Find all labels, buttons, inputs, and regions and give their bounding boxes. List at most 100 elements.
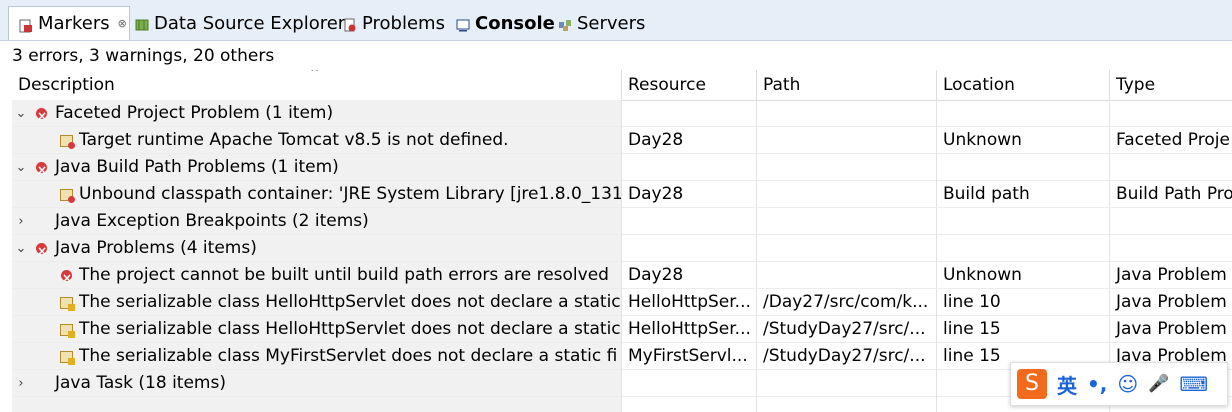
column-header-path[interactable]: Path: [757, 70, 937, 100]
chevron-right-icon[interactable]: ›: [14, 370, 28, 396]
cell-type: Java Problem: [1110, 262, 1232, 289]
cell-resource: HelloHttpSer...: [622, 289, 757, 316]
cell-type: Java Problem: [1110, 316, 1232, 343]
cell-location: line 15: [937, 316, 1110, 343]
cell-path: [757, 208, 937, 235]
markers-summary: 3 errors, 3 warnings, 20 others: [12, 46, 275, 66]
cell-path: [757, 100, 937, 127]
cell-resource: HelloHttpSer...: [622, 316, 757, 343]
cell-resource: [622, 208, 757, 235]
warning-marker-icon: [60, 351, 75, 365]
error-icon: [36, 238, 47, 261]
ime-punctuation-toggle[interactable]: •,: [1087, 372, 1107, 396]
chevron-down-icon[interactable]: ⌄: [14, 100, 28, 126]
cell-path: /StudyDay27/src/...: [757, 316, 937, 343]
cell-location: [937, 208, 1110, 235]
close-icon[interactable]: ⊗: [118, 17, 127, 30]
cell-description: ⌄ Java Build Path Problems (1 item): [12, 154, 622, 181]
tab-console[interactable]: Console: [456, 6, 555, 40]
column-header-type[interactable]: Type: [1110, 70, 1232, 100]
error-icon: [36, 103, 47, 126]
table-row[interactable]: Target runtime Apache Tomcat v8.5 is not…: [12, 127, 1232, 154]
problems-icon: [343, 16, 357, 32]
cell-description: The serializable class HelloHttpServlet …: [12, 316, 622, 343]
ime-language-toggle[interactable]: 英: [1057, 370, 1077, 399]
cell-description: › Java Task (18 items): [12, 370, 622, 397]
empty-cell: [757, 397, 937, 412]
cell-type: [1110, 235, 1232, 262]
description-text: Java Task (18 items): [55, 373, 226, 393]
console-icon: [456, 16, 470, 32]
sogou-logo-icon[interactable]: S: [1017, 369, 1047, 399]
tab-label: Servers: [577, 12, 646, 34]
emoji-icon[interactable]: ☺: [1117, 372, 1138, 396]
cell-location: line 10: [937, 289, 1110, 316]
column-header-location[interactable]: Location: [937, 70, 1110, 100]
chevron-down-icon[interactable]: ⌄: [14, 235, 28, 261]
cell-type: Faceted Proje: [1110, 127, 1232, 154]
tree-group-row[interactable]: ⌄ Java Build Path Problems (1 item): [12, 154, 1232, 181]
cell-location: Unknown: [937, 262, 1110, 289]
cell-description: Target runtime Apache Tomcat v8.5 is not…: [12, 127, 622, 154]
cell-location: [937, 235, 1110, 262]
tab-label: Console: [475, 12, 555, 34]
view-tab-bar: Markers ⊗ Data Source Explorer Problems …: [0, 0, 1232, 41]
warning-marker-icon: [60, 297, 75, 311]
cell-path: /StudyDay27/src/...: [757, 343, 937, 370]
tab-markers[interactable]: Markers ⊗: [8, 6, 130, 40]
cell-resource: MyFirstServl...: [622, 343, 757, 370]
table-row[interactable]: The serializable class HelloHttpServlet …: [12, 316, 1232, 343]
tab-servers[interactable]: Servers: [558, 6, 645, 40]
description-text: Java Problems (4 items): [55, 238, 257, 258]
error-marker-icon: [60, 135, 75, 149]
error-marker-icon: [60, 189, 75, 203]
description-text: Java Build Path Problems (1 item): [55, 157, 339, 177]
table-header: Description ^ Resource Path Location Typ…: [12, 70, 1232, 101]
tab-label: Data Source Explorer: [154, 12, 346, 34]
description-text: Target runtime Apache Tomcat v8.5 is not…: [79, 130, 509, 150]
ime-toolbar[interactable]: S 英 •, ☺ 🎤 ⌨: [1010, 362, 1228, 406]
cell-type: Build Path Pro: [1110, 181, 1232, 208]
cell-path: [757, 181, 937, 208]
data-source-icon: [135, 16, 149, 31]
cell-type: [1110, 154, 1232, 181]
tree-group-row[interactable]: ⌄ Java Problems (4 items): [12, 235, 1232, 262]
keyboard-icon[interactable]: ⌨: [1179, 372, 1208, 396]
tree-group-row[interactable]: › Java Exception Breakpoints (2 items): [12, 208, 1232, 235]
cell-description: ⌄ Java Problems (4 items): [12, 235, 622, 262]
cell-description: Unbound classpath container: 'JRE System…: [12, 181, 622, 208]
table-row[interactable]: The serializable class HelloHttpServlet …: [12, 289, 1232, 316]
description-text: The serializable class HelloHttpServlet …: [79, 292, 621, 312]
cell-description: The serializable class HelloHttpServlet …: [12, 289, 622, 316]
cell-path: [757, 235, 937, 262]
tab-label: Markers: [38, 13, 110, 34]
tree-group-row[interactable]: ⌄ Faceted Project Problem (1 item): [12, 100, 1232, 127]
warning-marker-icon: [60, 324, 75, 338]
table-row[interactable]: The project cannot be built until build …: [12, 262, 1232, 289]
cell-resource: [622, 370, 757, 397]
description-text: Faceted Project Problem (1 item): [55, 103, 334, 123]
empty-cell: [12, 397, 622, 412]
table-row[interactable]: Unbound classpath container: 'JRE System…: [12, 181, 1232, 208]
cell-path: [757, 127, 937, 154]
cell-location: [937, 154, 1110, 181]
microphone-icon[interactable]: 🎤: [1148, 374, 1169, 394]
description-text: Unbound classpath container: 'JRE System…: [79, 184, 622, 204]
cell-description: › Java Exception Breakpoints (2 items): [12, 208, 622, 235]
chevron-right-icon[interactable]: ›: [14, 208, 28, 234]
error-icon: [61, 265, 72, 288]
description-text: The project cannot be built until build …: [79, 265, 609, 285]
cell-path: [757, 262, 937, 289]
cell-path: [757, 154, 937, 181]
cell-resource: [622, 154, 757, 181]
error-icon: [36, 157, 47, 180]
cell-type: Java Problem: [1110, 289, 1232, 316]
cell-resource: Day28: [622, 262, 757, 289]
column-header-resource[interactable]: Resource: [622, 70, 757, 100]
cell-location: [937, 100, 1110, 127]
tab-data-source-explorer[interactable]: Data Source Explorer: [135, 6, 345, 40]
chevron-down-icon[interactable]: ⌄: [14, 154, 28, 180]
tab-problems[interactable]: Problems: [343, 6, 445, 40]
cell-path: [757, 370, 937, 397]
cell-resource: Day28: [622, 127, 757, 154]
